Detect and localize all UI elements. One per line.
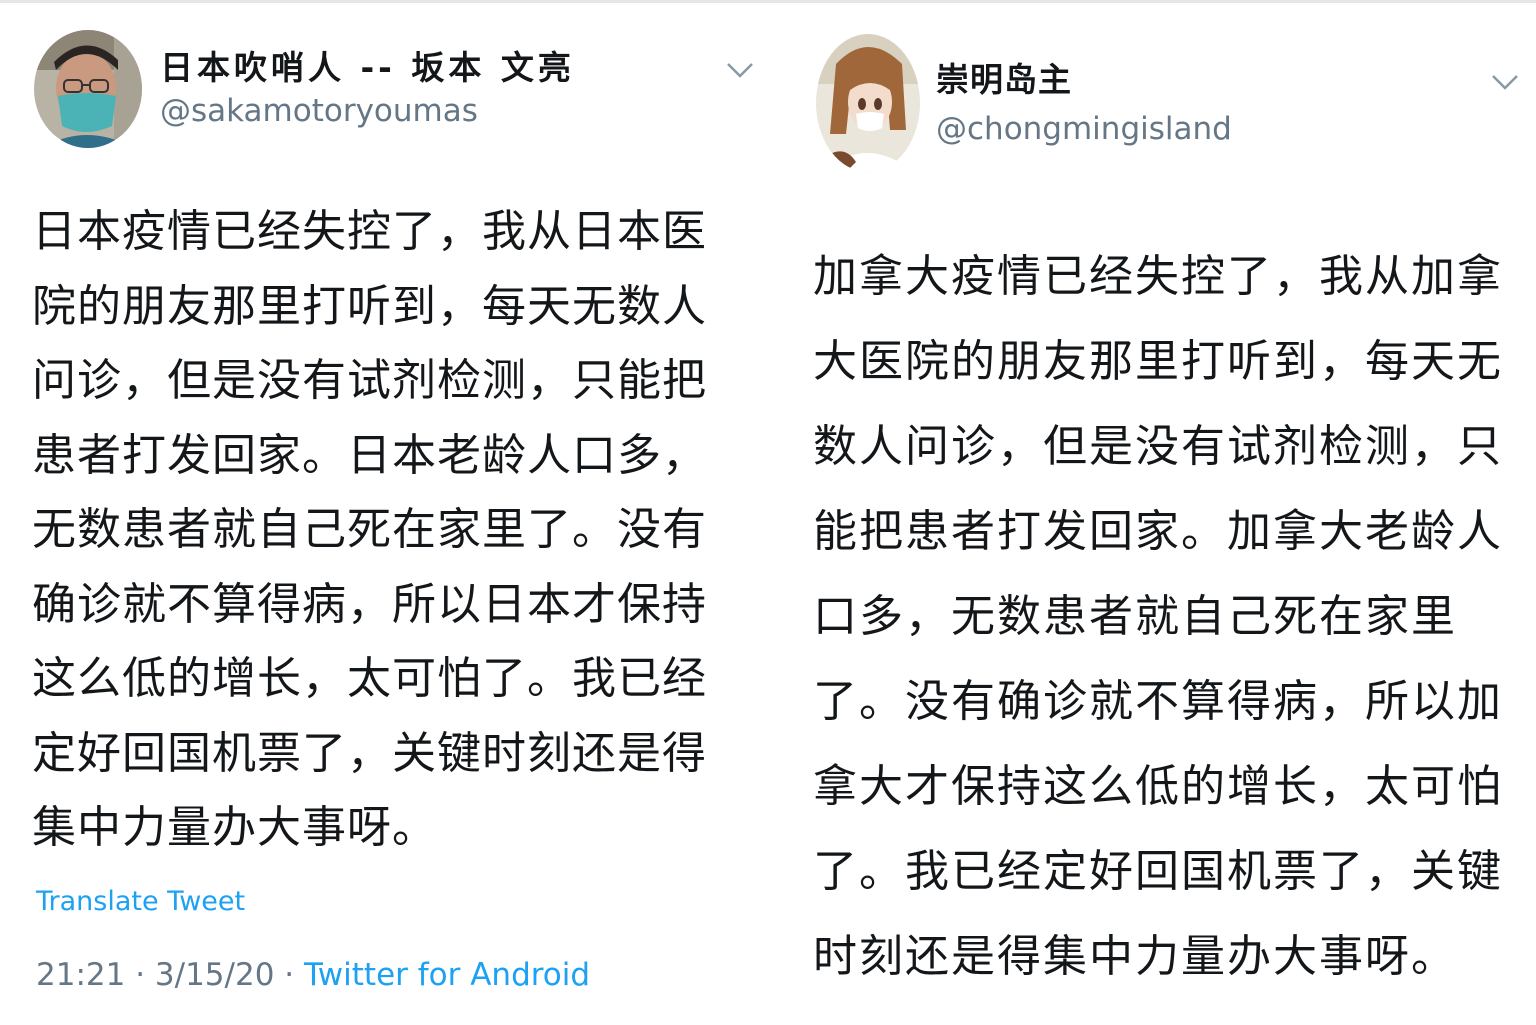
- chevron-down-icon[interactable]: [1490, 72, 1520, 92]
- tweet-left: 日本吹哨人 -- 坂本 文亮 @sakamotoryoumas 日本疫情已经失控…: [0, 0, 768, 1025]
- avatar-masked-person-image: [34, 30, 142, 148]
- avatar-anime-girl-image: [816, 34, 920, 172]
- avatar-chongming[interactable]: [816, 34, 920, 172]
- chevron-down-icon[interactable]: [725, 60, 755, 80]
- source-app-link[interactable]: Twitter for Android: [304, 957, 590, 993]
- tweet-text: 日本疫情已经失控了，我从日本医 院的朋友那里打听到，每天无数人 问诊，但是没有试…: [32, 206, 707, 853]
- display-name[interactable]: 日本吹哨人 -- 坂本 文亮: [160, 48, 575, 88]
- tweet-time[interactable]: 21:21: [36, 957, 125, 993]
- translate-tweet-link[interactable]: Translate Tweet: [36, 884, 245, 920]
- tweet-text: 加拿大疫情已经失控了，我从加拿 大医院的朋友那里打听到，每天无 数人问诊，但是没…: [813, 251, 1503, 982]
- avatar-sakamoto[interactable]: [34, 30, 142, 148]
- tweet-metadata: 21:21 · 3/15/20 · Twitter for Android: [36, 952, 590, 998]
- user-handle[interactable]: @chongmingisland: [936, 110, 1232, 148]
- tweet-right: 崇明岛主 @chongmingisland 加拿大疫情已经失控了，我从加拿 大医…: [768, 0, 1536, 1025]
- screenshot-page: 日本吹哨人 -- 坂本 文亮 @sakamotoryoumas 日本疫情已经失控…: [0, 0, 1536, 1025]
- display-name[interactable]: 崇明岛主: [936, 60, 1072, 100]
- user-handle[interactable]: @sakamotoryoumas: [160, 92, 478, 130]
- meta-separator: ·: [125, 957, 155, 993]
- meta-separator: ·: [274, 957, 304, 993]
- tweet-date[interactable]: 3/15/20: [155, 957, 275, 993]
